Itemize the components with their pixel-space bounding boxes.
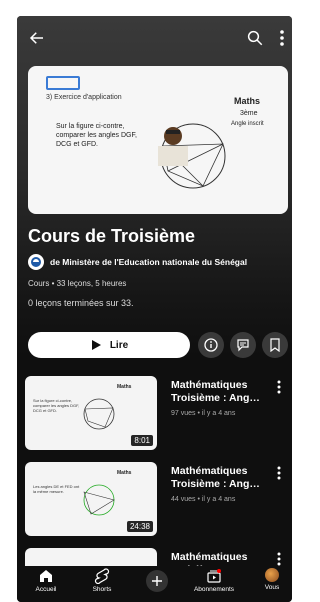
list-item[interactable]: Les angles DE et FED ont la même mesure.…: [25, 462, 287, 536]
info-button[interactable]: [198, 332, 224, 358]
action-row: Lire: [28, 332, 288, 358]
more-vert-icon[interactable]: [277, 380, 287, 396]
home-icon: [40, 570, 52, 582]
video-duration: 24:38: [126, 521, 153, 532]
list-item[interactable]: Sur la figure ci-contre, comparer les an…: [25, 376, 287, 450]
video-duration: 8:01: [131, 435, 153, 446]
thumb-subject: Maths: [117, 470, 132, 476]
video-thumbnail[interactable]: Les angles DE et FED ont la même mesure.…: [25, 462, 157, 536]
plus-icon: [146, 570, 168, 592]
tab-vous[interactable]: Vous: [247, 568, 292, 602]
play-button[interactable]: Lire: [28, 332, 190, 358]
video-title[interactable]: Mathématiques Troisième : Ang…: [171, 379, 271, 405]
playlist-meta: Cours • 33 leçons, 5 heures: [28, 279, 127, 288]
bottom-nav: Accueil Shorts Abonnements Vous: [17, 566, 292, 602]
geometry-figure-icon: [83, 484, 115, 516]
comment-button[interactable]: [230, 332, 256, 358]
thumb-subject: Maths: [117, 384, 132, 390]
video-thumbnail[interactable]: Sur la figure ci-contre, comparer les an…: [25, 376, 157, 450]
thumb-exercise-label: 3) Exercice d'application: [46, 94, 122, 101]
back-icon[interactable]: [25, 26, 49, 50]
thumb-desc: Sur la figure ci-contre, comparer les an…: [33, 398, 80, 413]
create-button[interactable]: [132, 568, 182, 602]
video-title[interactable]: Mathématiques Troisième : Ang…: [171, 465, 271, 491]
more-vert-icon[interactable]: [275, 26, 289, 50]
tab-abonnements[interactable]: Abonnements: [189, 568, 239, 602]
channel-row[interactable]: de Ministère de l'Education nationale du…: [28, 254, 247, 270]
avatar-icon: [265, 568, 279, 582]
tab-label: Shorts: [92, 586, 112, 593]
top-bar: [17, 16, 292, 60]
tab-label: Accueil: [35, 586, 57, 593]
playlist-progress: 0 leçons terminées sur 33.: [28, 298, 134, 308]
play-icon: [91, 340, 101, 350]
subscriptions-icon: [207, 569, 221, 583]
geometry-figure-icon: [83, 398, 115, 430]
bookmark-icon: [270, 338, 280, 352]
thumb-level: 3ème: [240, 110, 258, 117]
shorts-icon: [94, 568, 110, 584]
comment-icon: [237, 339, 249, 352]
search-icon[interactable]: [243, 26, 267, 50]
channel-name: de Ministère de l'Education nationale du…: [50, 257, 248, 267]
info-icon: [204, 338, 218, 352]
ministry-logo-icon: [46, 76, 80, 90]
tab-shorts[interactable]: Shorts: [77, 568, 127, 602]
tab-accueil[interactable]: Accueil: [21, 568, 71, 602]
teacher-image: [158, 127, 188, 166]
thumb-subject: Maths: [234, 96, 261, 106]
playlist-title: Cours de Troisième: [28, 226, 196, 246]
tab-label: Abonnements: [193, 586, 235, 593]
channel-avatar-icon: [28, 254, 44, 270]
tab-label: Vous: [264, 584, 280, 591]
play-label: Lire: [109, 339, 129, 351]
more-vert-icon[interactable]: [277, 466, 287, 482]
video-meta: 97 vues • il y a 4 ans: [171, 410, 236, 417]
thumb-description: Sur la figure ci-contre, comparer les an…: [56, 123, 137, 148]
app-screen: 3) Exercice d'application Sur la figure …: [17, 16, 292, 602]
playlist-thumbnail[interactable]: 3) Exercice d'application Sur la figure …: [28, 66, 288, 214]
bookmark-button[interactable]: [262, 332, 288, 358]
video-meta: 44 vues • il y a 4 ans: [171, 496, 236, 503]
thumb-desc: Les angles DE et FED ont la même mesure.: [33, 484, 80, 494]
